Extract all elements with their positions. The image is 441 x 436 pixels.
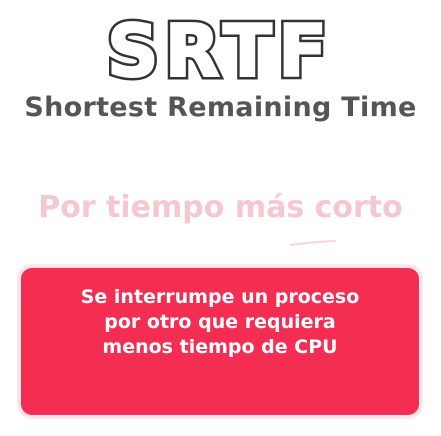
decorative-swoosh <box>290 240 336 246</box>
definition-line: menos tiempo de CPU <box>102 336 338 358</box>
definition-line: Se interrumpe un proceso <box>80 286 360 308</box>
definition-text: Se interrumpe un proceso por otro que re… <box>21 285 419 360</box>
logo-text-inner: SRTF <box>107 9 333 86</box>
subtitle: Shortest Remaining Time <box>24 92 417 123</box>
logo: SRTF SRTF <box>0 6 441 86</box>
tagline: Por tiempo más corto <box>38 190 403 225</box>
definition-line: por otro que requiera <box>104 311 336 333</box>
definition-card: Se interrumpe un proceso por otro que re… <box>21 268 419 415</box>
